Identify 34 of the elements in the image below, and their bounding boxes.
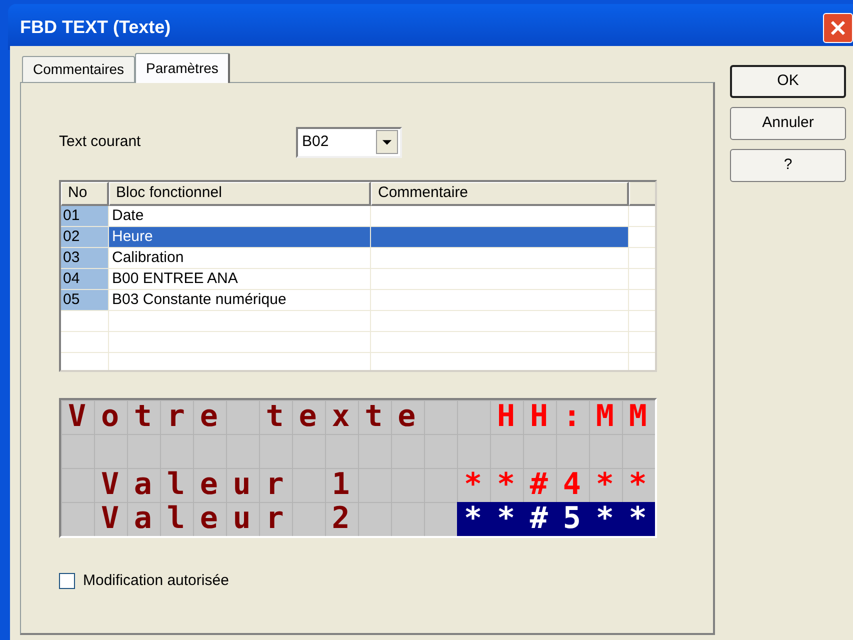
column-header[interactable]: Commentaire — [371, 182, 629, 206]
dialog-button[interactable]: ? — [730, 149, 846, 182]
number-cell: 02 — [61, 227, 109, 247]
number-cell: 03 — [61, 248, 109, 268]
current-text-label: Text courant — [59, 132, 142, 152]
lcd-field: **#4** — [457, 468, 655, 502]
table-cell: B03 Constante numérique — [109, 290, 371, 310]
table-cell: Calibration — [109, 248, 371, 268]
close-icon — [829, 19, 847, 37]
lcd-field: HH:MM — [490, 400, 655, 434]
window-title: FBD TEXT (Texte) — [20, 16, 171, 39]
table-cell: B00 ENTREE ANA — [109, 269, 371, 289]
number-cell: 05 — [61, 290, 109, 310]
table-row[interactable]: 02 Heure — [61, 227, 655, 248]
checkbox[interactable] — [59, 573, 75, 590]
number-cell: 01 — [61, 206, 109, 226]
checkbox-label[interactable]: Modification autorisée — [83, 570, 229, 592]
lcd-text: Valeur 1 — [100, 468, 366, 502]
dialog-button[interactable]: Annuler — [730, 107, 846, 140]
column-header[interactable]: Bloc fonctionnel — [109, 182, 371, 206]
table-row[interactable]: 03 Calibration — [61, 248, 655, 269]
tab[interactable]: Paramètres — [135, 53, 230, 83]
lcd-text: Valeur 2 — [100, 502, 366, 536]
lcd-text: Votre texte — [67, 400, 432, 434]
table-cell: Date — [109, 206, 371, 226]
table-cell: Heure — [109, 227, 371, 247]
dialog-button[interactable]: OK — [730, 65, 846, 98]
number-cell: 04 — [61, 269, 109, 289]
tab[interactable]: Commentaires — [22, 56, 136, 82]
table-row[interactable]: 05 B03 Constante numérique — [61, 290, 655, 311]
table-row[interactable]: 04 B00 ENTREE ANA — [61, 269, 655, 290]
lcd-field: **#5** — [457, 502, 655, 536]
close-button[interactable] — [823, 13, 853, 43]
current-text-dropdown[interactable]: B02 — [296, 126, 402, 158]
